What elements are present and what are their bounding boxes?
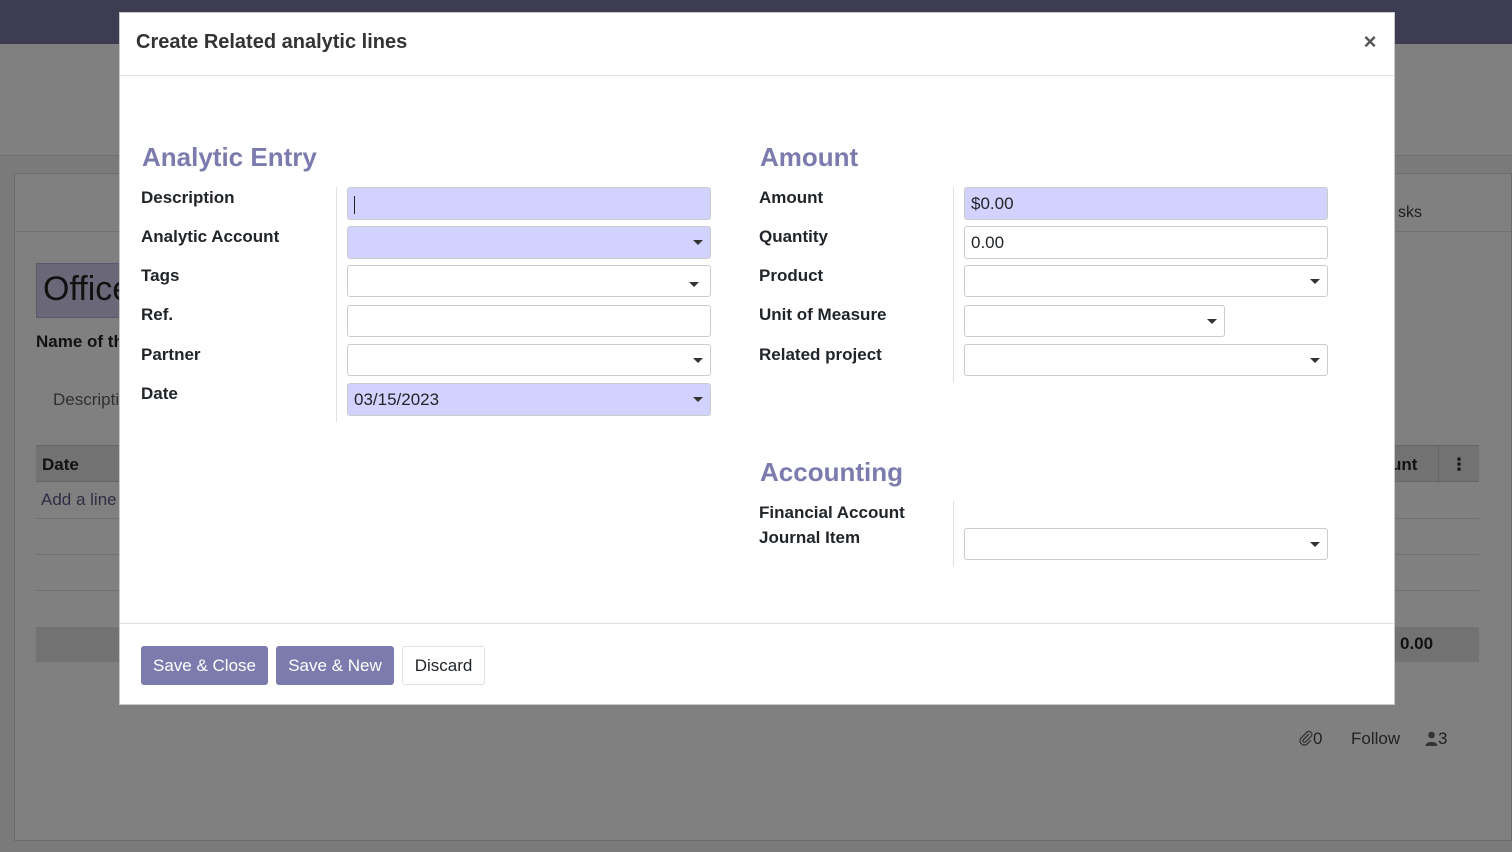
- chevron-down-icon: [689, 282, 699, 287]
- related-project-label: Related project: [759, 345, 882, 364]
- total-amount: 0.00: [1400, 634, 1434, 653]
- close-icon[interactable]: ×: [1360, 30, 1380, 54]
- followers-count-value: 3: [1438, 729, 1448, 748]
- chevron-down-icon: [693, 358, 703, 363]
- partner-label: Partner: [141, 345, 201, 364]
- partner-select[interactable]: [347, 344, 711, 376]
- text-cursor: [354, 195, 355, 214]
- column-options-icon: ⋮: [1438, 446, 1479, 483]
- column-header-date: Date: [42, 455, 79, 474]
- record-name-label: Name of th: [36, 332, 124, 351]
- related-project-select[interactable]: [964, 344, 1328, 376]
- dialog-footer: Save & Close Save & New Discard: [120, 623, 1394, 706]
- group-separator: [953, 501, 954, 567]
- journal-item-label: Journal Item: [759, 528, 861, 547]
- create-analytic-line-dialog: Create Related analytic lines × Analytic…: [119, 12, 1395, 705]
- group-separator: [336, 187, 337, 422]
- group-title-analytic-entry: Analytic Entry: [142, 142, 317, 172]
- attachments-count-value: 0: [1313, 729, 1323, 748]
- followers-count: 3: [1425, 729, 1447, 749]
- date-label: Date: [141, 384, 178, 403]
- description-label: Description: [141, 188, 235, 207]
- analytic-account-select[interactable]: [347, 226, 711, 259]
- date-value: 03/15/2023: [354, 390, 440, 409]
- tags-label: Tags: [141, 266, 180, 285]
- tags-select[interactable]: [347, 265, 711, 297]
- ref-input[interactable]: [347, 305, 711, 337]
- tab-description: Descripti: [53, 390, 120, 409]
- paperclip-icon: [1299, 730, 1313, 746]
- amount-value: $0.00: [971, 194, 1014, 213]
- save-new-button[interactable]: Save & New: [276, 646, 394, 685]
- chevron-down-icon: [693, 240, 703, 245]
- dialog-header: Create Related analytic lines ×: [120, 13, 1394, 76]
- uom-label: Unit of Measure: [759, 305, 887, 324]
- add-line-link: Add a line: [41, 490, 117, 509]
- discard-button[interactable]: Discard: [402, 646, 485, 685]
- user-icon: [1425, 731, 1438, 746]
- analytic-account-label: Analytic Account: [141, 227, 280, 246]
- tasks-smart-button-label: sks: [1398, 204, 1422, 221]
- quantity-label: Quantity: [759, 227, 828, 246]
- dialog-title: Create Related analytic lines: [136, 31, 408, 53]
- amount-label: Amount: [759, 188, 824, 207]
- save-close-button[interactable]: Save & Close: [141, 646, 268, 685]
- group-title-amount: Amount: [760, 142, 859, 172]
- date-picker[interactable]: 03/15/2023: [347, 383, 711, 416]
- product-select[interactable]: [964, 265, 1328, 297]
- product-label: Product: [759, 266, 824, 285]
- group-title-accounting: Accounting: [760, 457, 903, 487]
- uom-select[interactable]: [964, 305, 1225, 337]
- ref-label: Ref.: [141, 305, 174, 324]
- group-separator: [953, 187, 954, 383]
- chevron-down-icon: [1310, 542, 1320, 547]
- follow-button: Follow: [1351, 729, 1401, 748]
- amount-input[interactable]: $0.00: [964, 187, 1328, 220]
- chevron-down-icon: [693, 397, 703, 402]
- financial-account-label: Financial Account: [759, 503, 905, 522]
- attachments-count: 0: [1299, 729, 1322, 749]
- quantity-value: 0.00: [971, 233, 1005, 252]
- chevron-down-icon: [1207, 319, 1217, 324]
- financial-journal-item-select[interactable]: [964, 528, 1328, 560]
- chevron-down-icon: [1310, 358, 1320, 363]
- chevron-down-icon: [1310, 279, 1320, 284]
- quantity-input[interactable]: 0.00: [964, 226, 1328, 259]
- description-input[interactable]: [347, 187, 711, 220]
